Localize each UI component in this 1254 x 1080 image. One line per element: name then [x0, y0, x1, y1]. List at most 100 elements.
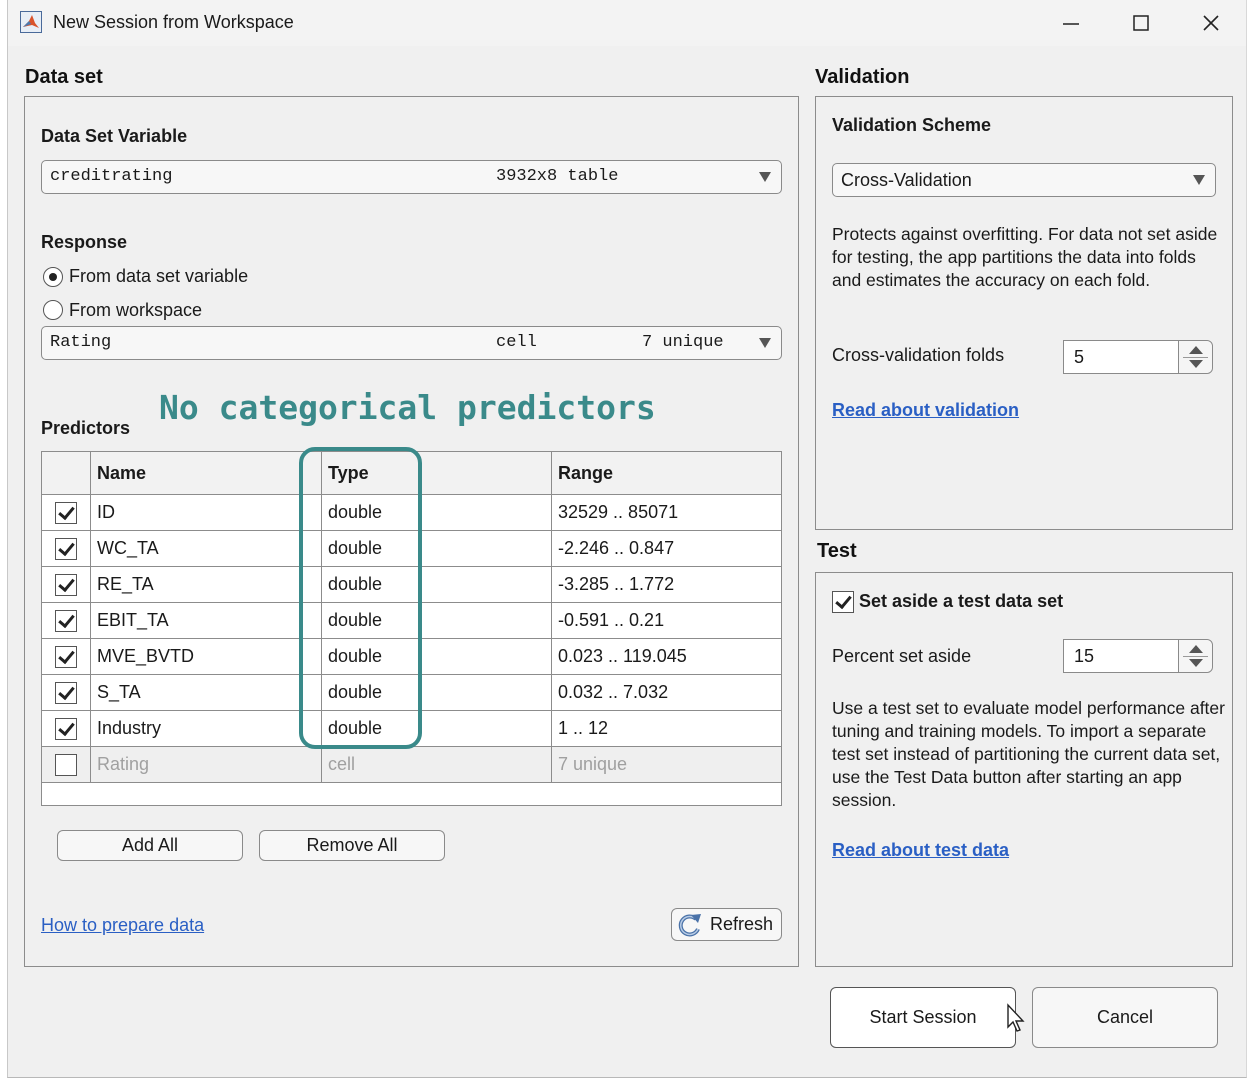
predictor-checkbox[interactable] [55, 609, 77, 632]
predictor-name: RE_TA [91, 567, 322, 602]
percent-set-aside-value[interactable]: 15 [1074, 646, 1094, 667]
cv-folds-label: Cross-validation folds [832, 345, 1005, 365]
percent-stepper[interactable] [1178, 640, 1212, 672]
validation-panel [815, 96, 1233, 530]
predictor-checkbox[interactable] [55, 573, 77, 596]
add-all-button[interactable]: Add All [57, 830, 243, 861]
percent-set-aside-label: Percent set aside [832, 646, 972, 666]
table-row[interactable]: Industry double 1 .. 12 [42, 711, 781, 747]
predictor-range: -3.285 .. 1.772 [558, 574, 675, 594]
row-checkbox-cell [42, 495, 91, 530]
start-session-button[interactable]: Start Session [830, 987, 1016, 1048]
response-dropdown[interactable]: Rating cell 7 unique [41, 326, 782, 360]
dataset-section-title: Data set [25, 66, 103, 88]
response-label: Response [41, 232, 128, 252]
validation-scheme-value: Cross-Validation [841, 170, 972, 190]
header-type[interactable]: Type [322, 452, 552, 494]
read-about-test-data-link[interactable]: Read about test data [832, 840, 1009, 861]
minimize-icon [1063, 23, 1079, 25]
table-row[interactable]: RE_TA double -3.285 .. 1.772 [42, 567, 781, 603]
predictor-checkbox[interactable] [55, 501, 77, 524]
cv-folds-value[interactable]: 5 [1074, 347, 1084, 368]
table-row[interactable]: EBIT_TA double -0.591 .. 0.21 [42, 603, 781, 639]
predictor-type: double [322, 603, 552, 638]
minimize-button[interactable] [1046, 6, 1096, 40]
chevron-down-icon [759, 338, 771, 348]
row-checkbox-cell [42, 531, 91, 566]
predictor-range: -2.246 .. 0.847 [558, 538, 675, 558]
radio-from-dataset[interactable] [43, 267, 63, 287]
response-value: Rating [50, 333, 112, 352]
predictor-checkbox[interactable] [55, 681, 77, 704]
table-row[interactable]: WC_TA double -2.246 .. 0.847 [42, 531, 781, 567]
test-description: Use a test set to evaluate model perform… [832, 698, 1225, 810]
how-to-prepare-data-link[interactable]: How to prepare data [41, 915, 204, 936]
cv-folds-stepper[interactable] [1178, 341, 1212, 373]
test-section-title: Test [817, 540, 857, 562]
dataset-variable-label: Data Set Variable [41, 126, 188, 146]
predictor-name: ID [91, 495, 322, 530]
arrow-down-icon[interactable] [1189, 360, 1203, 368]
maximize-button[interactable] [1116, 6, 1166, 40]
radio-from-dataset-label: From data set variable [69, 266, 249, 286]
close-icon [1203, 15, 1219, 31]
validation-scheme-dropdown[interactable]: Cross-Validation [832, 163, 1216, 197]
header-name[interactable]: Name [91, 452, 322, 494]
set-aside-checkbox[interactable] [832, 591, 854, 613]
table-row[interactable]: S_TA double 0.032 .. 7.032 [42, 675, 781, 711]
predictor-type: double [322, 639, 552, 674]
cv-folds-spinner[interactable]: 5 [1063, 340, 1213, 374]
radio-from-workspace[interactable] [43, 300, 63, 320]
predictor-range: 0.032 .. 7.032 [558, 682, 669, 702]
predictor-checkbox[interactable] [55, 753, 77, 776]
table-row[interactable]: Rating cell 7 unique [42, 747, 781, 783]
header-checkbox-col [42, 452, 91, 494]
predictor-type: double [322, 567, 552, 602]
validation-section-title: Validation [815, 66, 910, 88]
dialog-window: New Session from Workspace Data set Data… [7, 0, 1247, 1078]
remove-all-button[interactable]: Remove All [259, 830, 445, 861]
predictor-name: EBIT_TA [91, 603, 322, 638]
radio-from-workspace-label: From workspace [69, 300, 203, 320]
predictors-table: Name Type Range ID double 32529 .. 85071 WC… [41, 451, 782, 806]
row-checkbox-cell [42, 675, 91, 710]
dataset-variable-value: creditrating [50, 167, 173, 186]
validation-description: Protects against overfitting. For data n… [832, 224, 1218, 290]
predictor-type: double [322, 531, 552, 566]
percent-set-aside-spinner[interactable]: 15 [1063, 639, 1213, 673]
predictor-type: double [322, 495, 552, 530]
arrow-up-icon[interactable] [1189, 645, 1203, 653]
arrow-up-icon[interactable] [1189, 346, 1203, 354]
set-aside-label: Set aside a test data set [859, 591, 1064, 611]
row-checkbox-cell [42, 603, 91, 638]
table-row[interactable]: ID double 32529 .. 85071 [42, 495, 781, 531]
arrow-down-icon[interactable] [1189, 659, 1203, 667]
row-checkbox-cell [42, 747, 91, 782]
header-range[interactable]: Range [552, 452, 781, 494]
predictor-name: MVE_BVTD [91, 639, 322, 674]
row-checkbox-cell [42, 711, 91, 746]
refresh-button[interactable]: Refresh [671, 908, 782, 941]
window-title: New Session from Workspace [53, 12, 294, 32]
read-about-validation-link[interactable]: Read about validation [832, 400, 1019, 421]
predictor-type: double [322, 675, 552, 710]
close-button[interactable] [1186, 6, 1236, 40]
chevron-down-icon [1193, 175, 1205, 185]
predictor-range: -0.591 .. 0.21 [558, 610, 665, 630]
annotation-text: No categorical predictors [159, 388, 656, 427]
cancel-button[interactable]: Cancel [1032, 987, 1218, 1048]
predictor-checkbox[interactable] [55, 645, 77, 668]
predictor-range: 1 .. 12 [558, 718, 609, 738]
predictor-checkbox[interactable] [55, 717, 77, 740]
dataset-variable-dropdown[interactable]: creditrating 3932x8 table [41, 160, 782, 194]
predictor-type: cell [322, 747, 552, 782]
table-header: Name Type Range [42, 452, 781, 495]
chevron-down-icon [759, 172, 771, 182]
predictor-range: 32529 .. 85071 [558, 502, 679, 522]
predictor-name: WC_TA [91, 531, 322, 566]
predictor-checkbox[interactable] [55, 537, 77, 560]
dataset-variable-info: 3932x8 table [496, 167, 619, 186]
predictor-name: Industry [91, 711, 322, 746]
predictor-range: 7 unique [558, 754, 628, 774]
table-row[interactable]: MVE_BVTD double 0.023 .. 119.045 [42, 639, 781, 675]
